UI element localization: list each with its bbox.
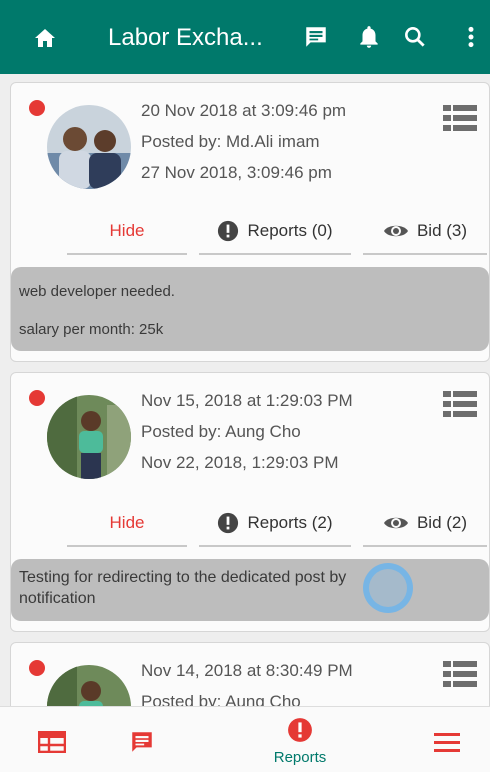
post-card[interactable]: Nov 15, 2018 at 1:29:03 PM Posted by: Au… <box>10 372 490 632</box>
hide-button[interactable]: Hide <box>67 209 187 255</box>
app-title: Labor Excha... <box>108 24 263 51</box>
bid-label: Bid (3) <box>416 221 468 240</box>
list-view-icon[interactable] <box>443 105 477 131</box>
post-feed[interactable]: 20 Nov 2018 at 3:09:46 pm Posted by: Md.… <box>0 74 490 706</box>
reports-label: Reports (2) <box>247 513 333 532</box>
expiry-date: Nov 22, 2018, 1:29:03 PM <box>141 453 339 472</box>
message-line: notification <box>19 590 96 607</box>
reports-label: Reports (0) <box>247 221 333 240</box>
search-icon[interactable] <box>402 24 428 50</box>
posted-by: Posted by: Aung Cho <box>141 692 301 706</box>
bid-label: Bid (2) <box>416 513 468 532</box>
status-dot <box>29 660 45 676</box>
bid-button[interactable]: Bid (2) <box>363 501 487 547</box>
chat-icon <box>132 732 152 752</box>
post-actions: Hide Reports (0) Bid (3) <box>67 209 490 257</box>
alert-circle-icon <box>288 718 312 742</box>
avatar[interactable] <box>47 665 131 706</box>
overflow-menu-icon[interactable] <box>458 24 484 50</box>
hide-button[interactable]: Hide <box>67 501 187 547</box>
status-dot <box>29 390 45 406</box>
avatar[interactable] <box>47 105 131 189</box>
tab-reports-label: Reports <box>273 749 327 766</box>
post-date: Nov 15, 2018 at 1:29:03 PM <box>141 391 353 410</box>
expiry-date: 27 Nov 2018, 3:09:46 pm <box>141 163 332 182</box>
avatar[interactable] <box>47 395 131 479</box>
reports-button[interactable]: Reports (2) <box>199 501 351 547</box>
calendar-table-icon <box>38 731 66 753</box>
post-card[interactable]: Nov 14, 2018 at 8:30:49 PM Posted by: Au… <box>10 642 490 706</box>
post-date: 20 Nov 2018 at 3:09:46 pm <box>141 101 347 120</box>
post-actions: Hide Reports (2) Bid (2) <box>67 501 490 549</box>
post-meta: Nov 14, 2018 at 8:30:49 PM Posted by: Au… <box>141 655 353 706</box>
home-icon[interactable] <box>32 26 58 50</box>
reports-button[interactable]: Reports (0) <box>199 209 351 255</box>
bell-icon[interactable] <box>356 24 382 50</box>
message-line: web developer needed. <box>19 283 175 300</box>
app-bar: Labor Excha... <box>0 0 490 74</box>
status-dot <box>29 100 45 116</box>
tab-menu[interactable] <box>408 707 478 772</box>
list-view-icon[interactable] <box>443 661 477 687</box>
list-view-icon[interactable] <box>443 391 477 417</box>
posted-by: Posted by: Md.Ali imam <box>141 132 320 151</box>
post-meta: 20 Nov 2018 at 3:09:46 pm Posted by: Md.… <box>141 95 346 188</box>
message-line: salary per month: 25k <box>19 321 164 338</box>
bid-button[interactable]: Bid (3) <box>363 209 487 255</box>
tab-chat[interactable] <box>108 707 178 772</box>
post-message[interactable]: web developer needed. salary per month: … <box>11 267 489 351</box>
post-date: Nov 14, 2018 at 8:30:49 PM <box>141 661 353 680</box>
message-icon[interactable] <box>303 24 329 50</box>
alert-circle-icon <box>218 220 239 242</box>
tab-reports[interactable]: Reports <box>250 707 350 772</box>
post-message[interactable]: Testing for redirecting to the dedicated… <box>11 559 489 621</box>
touch-ripple <box>363 563 413 613</box>
eye-icon <box>383 225 408 237</box>
tab-calendar[interactable] <box>20 707 90 772</box>
post-card[interactable]: 20 Nov 2018 at 3:09:46 pm Posted by: Md.… <box>10 82 490 362</box>
message-line: Testing for redirecting to the dedicated… <box>19 569 347 586</box>
post-meta: Nov 15, 2018 at 1:29:03 PM Posted by: Au… <box>141 385 353 478</box>
eye-icon <box>383 517 408 529</box>
bottom-navigation: Reports <box>0 706 490 772</box>
alert-circle-icon <box>218 512 239 534</box>
hamburger-menu-icon <box>434 733 460 752</box>
posted-by: Posted by: Aung Cho <box>141 422 301 441</box>
